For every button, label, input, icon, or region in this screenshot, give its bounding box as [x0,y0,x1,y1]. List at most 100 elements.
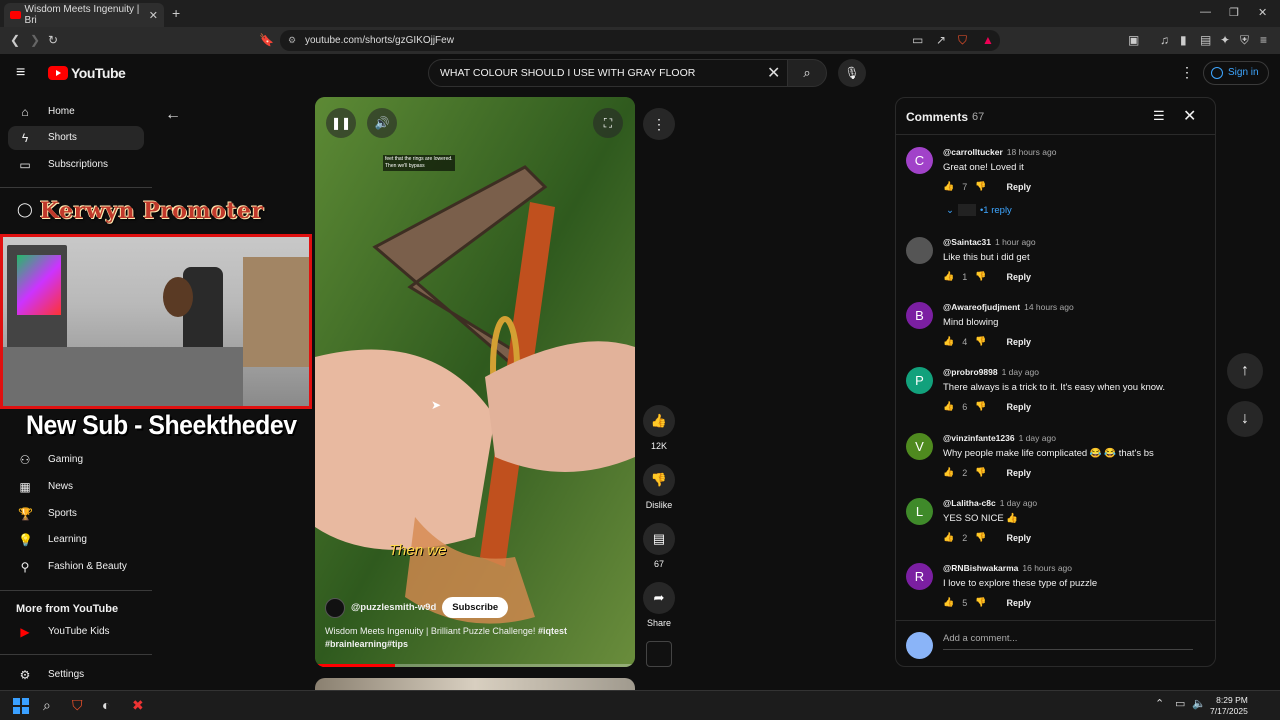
sidebar-item-news[interactable]: ▦ News [8,475,144,499]
sidebar-item-sports[interactable]: 🏆 Sports [8,502,144,526]
more-options-icon[interactable]: ⋮ [1180,64,1194,81]
address-bar[interactable]: ⚙ youtube.com/shorts/gzGIKOjjFew [280,30,1000,51]
back-icon[interactable]: ❮ [10,33,20,47]
browser-tab[interactable]: Wisdom Meets Ingenuity | Bri ✕ [4,3,164,27]
app-icon-2[interactable]: ✖ [132,697,144,714]
comment-icon[interactable]: ▤ [643,523,675,555]
forward-icon[interactable]: ❯ [30,33,40,47]
sidebar-item-fashion-beauty[interactable]: ⚲ Fashion & Beauty [8,555,144,579]
subscribe-button[interactable]: Subscribe [442,597,509,618]
commenter-avatar[interactable]: B [906,302,933,329]
comment-username[interactable]: @carrolltucker [943,147,1003,157]
sidebar-item-learning[interactable]: 💡 Learning [8,528,144,552]
dislike-icon[interactable]: 👎 [643,464,675,496]
minimize-icon[interactable]: — [1200,6,1211,18]
video-progress-bar[interactable] [315,664,635,667]
speaker-icon[interactable]: 🔈 [1192,697,1206,710]
channel-name[interactable]: @puzzlesmith-w9d [351,602,436,613]
brave-browser-icon[interactable]: ⛉ [72,697,83,714]
wallet-icon[interactable]: ▤ [1200,33,1211,47]
vpn-icon[interactable]: ⛨ [1240,33,1249,48]
add-comment-input[interactable]: Add a comment... [943,633,1193,650]
hashtag-link[interactable]: #brainlearning#tips [325,639,408,649]
comment-dislike-icon[interactable]: 👎 [975,467,986,478]
commenter-avatar[interactable]: V [906,433,933,460]
site-info-icon[interactable]: ⚙ [288,30,296,51]
comment-like-icon[interactable]: 👍 [943,336,954,347]
comment-dislike-icon[interactable]: 👎 [975,336,986,347]
network-icon[interactable]: ▭ [1175,697,1185,710]
comment-author[interactable]: @probro9898 1 day ago [943,367,1039,377]
reply-button[interactable]: Reply [1006,272,1031,282]
hashtag-link[interactable]: #iqtest [538,626,567,636]
brave-rewards-icon[interactable]: ▲ [982,33,994,47]
media-icon[interactable]: ♫ [1160,33,1169,47]
reply-button[interactable]: Reply [1006,337,1031,347]
comment-author[interactable]: @vinzinfante1236 1 day ago [943,433,1056,443]
comment-author[interactable]: @RNBishwakarma 16 hours ago [943,563,1072,573]
commenter-avatar[interactable] [906,237,933,264]
like-action[interactable]: 👍 12K [643,405,675,451]
comment-author[interactable]: @Lalitha-c8c 1 day ago [943,498,1037,508]
sidebar-item-shorts[interactable]: ϟ Shorts [8,126,144,150]
new-tab-icon[interactable]: + [172,5,180,21]
comment-username[interactable]: @Saintac31 [943,237,991,247]
share-page-icon[interactable]: ↗ [936,33,946,47]
reload-icon[interactable]: ↻ [48,33,58,47]
reply-button[interactable]: Reply [1006,402,1031,412]
taskbar-search-icon[interactable]: ⌕ [43,697,51,714]
commenter-avatar[interactable]: P [906,367,933,394]
volume-button[interactable]: 🔊 [367,108,397,138]
comment-like-icon[interactable]: 👍 [943,467,954,478]
windows-start-icon[interactable] [13,698,29,714]
comment-dislike-icon[interactable]: 👎 [975,597,986,608]
pause-button[interactable]: ❚❚ [326,108,356,138]
next-short-button[interactable]: ↓ [1227,401,1263,437]
close-comments-icon[interactable]: ✕ [1183,106,1196,126]
shorts-video-player[interactable]: feet that the rings are lowered. Then we… [315,97,635,667]
menu-icon[interactable]: ≡ [1260,33,1267,47]
comment-author[interactable]: @carrolltucker 18 hours ago [943,147,1056,157]
app-icon[interactable]: ◐ [102,697,110,713]
comment-like-icon[interactable]: 👍 [943,532,954,543]
like-icon[interactable]: 👍 [643,405,675,437]
reply-button[interactable]: Reply [1006,468,1031,478]
comment-username[interactable]: @RNBishwakarma [943,563,1018,573]
leo-ai-icon[interactable]: ✦ [1220,33,1230,47]
back-arrow-icon[interactable]: ← [165,106,181,124]
channel-avatar[interactable] [325,597,345,618]
sidebar-item-gaming[interactable]: ⚇ Gaming [8,448,144,472]
share-action[interactable]: ➦ Share [643,582,675,628]
comment-like-icon[interactable]: 👍 [943,597,954,608]
fullscreen-button[interactable]: ⛶ [593,108,623,138]
tray-chevron-icon[interactable]: ⌃ [1155,697,1164,710]
comment-username[interactable]: @vinzinfante1236 [943,433,1015,443]
comment-like-icon[interactable]: 👍 [943,181,954,192]
next-short-preview[interactable] [315,678,635,690]
more-actions-button[interactable]: ⋮ [643,108,675,140]
view-replies-button[interactable]: ⌄ • 1 reply [946,204,1012,216]
comments-action[interactable]: ▤ 67 [643,523,675,569]
clear-search-icon[interactable]: ✕ [767,63,780,83]
comment-username[interactable]: @probro9898 [943,367,998,377]
taskbar-clock[interactable]: 8:29 PM 7/17/2025 [1210,695,1248,717]
sidebar-item-youtube-kids[interactable]: ▶ YouTube Kids [8,620,144,644]
comment-dislike-icon[interactable]: 👎 [975,532,986,543]
you-icon[interactable]: ◯ [17,201,33,218]
bookmark-icon[interactable]: 🔖 [259,33,274,47]
sidebar-toggle-icon[interactable]: ▮ [1180,33,1187,47]
reply-button[interactable]: Reply [1006,182,1031,192]
comment-dislike-icon[interactable]: 👎 [975,401,986,412]
search-button[interactable]: ⌕ [787,59,827,87]
maximize-icon[interactable]: ❐ [1229,6,1239,19]
sign-in-button[interactable]: Sign in [1203,61,1269,85]
hamburger-menu-icon[interactable]: ≡ [16,64,25,82]
voice-search-button[interactable]: 🎙 [838,59,866,87]
comment-like-icon[interactable]: 👍 [943,401,954,412]
youtube-logo[interactable]: YouTube [48,65,126,81]
comment-author[interactable]: @Saintac31 1 hour ago [943,237,1036,247]
comment-author[interactable]: @Awareofjudjment 14 hours ago [943,302,1074,312]
dislike-action[interactable]: 👎 Dislike [643,464,675,510]
screenshot-icon[interactable]: ▣ [1128,33,1139,47]
sound-thumbnail[interactable] [646,641,672,667]
